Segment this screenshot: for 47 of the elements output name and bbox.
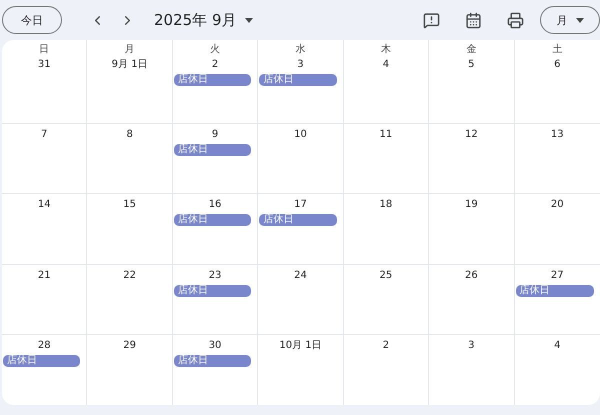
date-number[interactable]: 31 xyxy=(38,58,51,72)
month-selector[interactable]: 2025年 9月 xyxy=(150,10,256,30)
date-number[interactable]: 4 xyxy=(382,58,390,72)
date-number[interactable]: 24 xyxy=(294,268,307,282)
date-number[interactable]: 6 xyxy=(554,58,560,72)
date-number[interactable]: 20 xyxy=(550,198,564,212)
date-number[interactable]: 22 xyxy=(123,268,136,282)
date-number[interactable]: 28 xyxy=(38,338,51,353)
date-number[interactable]: 13 xyxy=(550,128,564,142)
date-number[interactable]: 26 xyxy=(464,268,478,282)
date-number[interactable]: 14 xyxy=(38,198,51,212)
date-number[interactable]: 2 xyxy=(212,58,218,72)
date-number[interactable]: 21 xyxy=(38,268,51,282)
weekday-label: 木 xyxy=(380,44,391,56)
weekday-label: 月 xyxy=(124,44,135,56)
date-number[interactable]: 8 xyxy=(126,128,133,142)
date-number[interactable]: 5 xyxy=(468,58,475,72)
date-number[interactable]: 30 xyxy=(208,338,222,353)
date-number[interactable]: 3 xyxy=(468,338,475,353)
date-number[interactable]: 16 xyxy=(208,198,222,212)
weekday-label: 水 xyxy=(295,44,306,56)
date-number[interactable]: 11 xyxy=(380,128,392,142)
weekday-label: 火 xyxy=(210,44,220,56)
date-number[interactable]: 15 xyxy=(123,198,136,212)
date-number[interactable]: 23 xyxy=(208,268,222,282)
view-selector[interactable]: 月 xyxy=(540,6,600,34)
date-number[interactable]: 27 xyxy=(550,268,564,282)
date-number[interactable]: 18 xyxy=(380,198,392,212)
date-number[interactable]: 10 xyxy=(294,128,307,142)
date-number[interactable]: 10月 1日 xyxy=(279,338,322,353)
date-number[interactable]: 9 xyxy=(212,128,218,142)
date-number[interactable]: 17 xyxy=(294,198,307,212)
weekday-label: 金 xyxy=(466,44,476,56)
date-number[interactable]: 4 xyxy=(554,338,560,353)
date-number[interactable]: 29 xyxy=(123,338,136,353)
date-number[interactable]: 25 xyxy=(380,268,392,282)
date-number[interactable]: 7 xyxy=(41,128,48,142)
date-number[interactable]: 3 xyxy=(297,58,304,72)
date-number[interactable]: 19 xyxy=(464,198,478,212)
date-number[interactable]: 2 xyxy=(382,338,390,353)
weekday-label: 日 xyxy=(39,44,50,56)
date-number[interactable]: 9月 1日 xyxy=(112,58,148,72)
caret-icon xyxy=(576,18,584,22)
caret-icon xyxy=(244,18,252,22)
date-number[interactable]: 12 xyxy=(464,128,478,142)
weekday-label: 土 xyxy=(552,44,562,56)
today-button[interactable]: 今日 xyxy=(2,6,62,34)
